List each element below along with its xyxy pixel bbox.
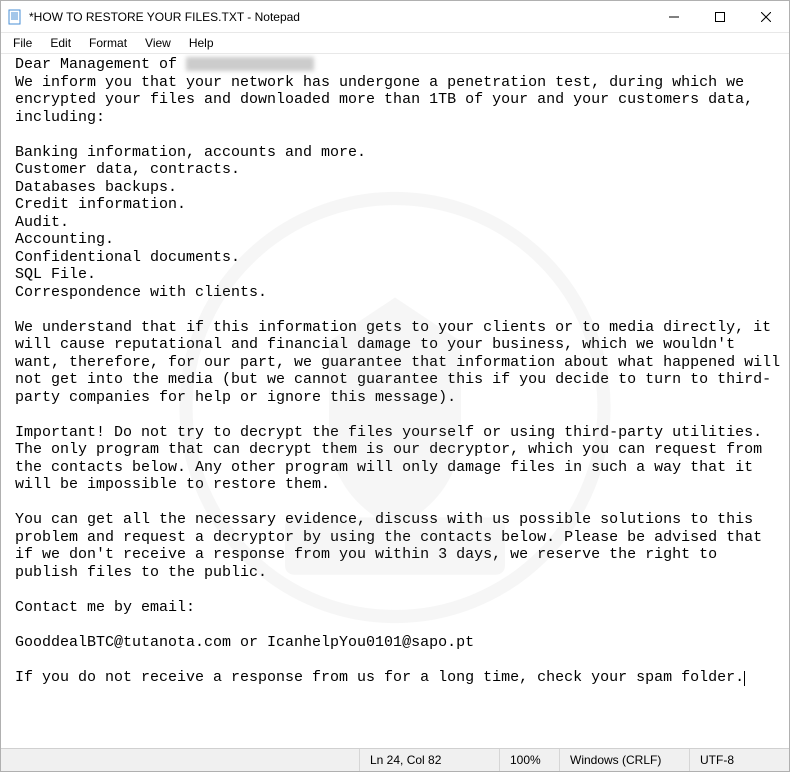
- notepad-icon: [7, 9, 23, 25]
- text-area[interactable]: Dear Management of We inform you that yo…: [1, 53, 789, 748]
- window-controls: [651, 1, 789, 32]
- window-title: *HOW TO RESTORE YOUR FILES.TXT - Notepad: [29, 10, 651, 24]
- text-caret: [744, 671, 745, 686]
- redacted-name: [186, 57, 314, 71]
- titlebar: *HOW TO RESTORE YOUR FILES.TXT - Notepad: [1, 1, 789, 33]
- list-item-3: Databases backups.: [15, 179, 177, 196]
- status-zoom: 100%: [499, 749, 559, 771]
- paragraph-6: GooddealBTC@tutanota.com or IcanhelpYou0…: [15, 634, 474, 651]
- list-item-4: Credit information.: [15, 196, 186, 213]
- greeting-line: Dear Management of: [15, 56, 314, 73]
- status-line-ending: Windows (CRLF): [559, 749, 689, 771]
- paragraph-1: We inform you that your network has unde…: [15, 74, 762, 126]
- minimize-button[interactable]: [651, 1, 697, 32]
- list-item-9: Correspondence with clients.: [15, 284, 267, 301]
- paragraph-4: You can get all the necessary evidence, …: [15, 511, 771, 581]
- statusbar: Ln 24, Col 82 100% Windows (CRLF) UTF-8: [1, 748, 789, 771]
- menu-help[interactable]: Help: [181, 35, 222, 51]
- menu-file[interactable]: File: [5, 35, 40, 51]
- list-item-6: Accounting.: [15, 231, 114, 248]
- list-item-8: SQL File.: [15, 266, 96, 283]
- paragraph-2: We understand that if this information g…: [15, 319, 789, 406]
- list-item-2: Customer data, contracts.: [15, 161, 240, 178]
- paragraph-3: Important! Do not try to decrypt the fil…: [15, 424, 771, 494]
- menubar: File Edit Format View Help: [1, 33, 789, 53]
- close-button[interactable]: [743, 1, 789, 32]
- menu-edit[interactable]: Edit: [42, 35, 79, 51]
- paragraph-7: If you do not receive a response from us…: [15, 669, 744, 686]
- list-item-1: Banking information, accounts and more.: [15, 144, 366, 161]
- list-item-5: Audit.: [15, 214, 69, 231]
- notepad-window: *HOW TO RESTORE YOUR FILES.TXT - Notepad…: [0, 0, 790, 772]
- status-encoding: UTF-8: [689, 749, 789, 771]
- status-position: Ln 24, Col 82: [359, 749, 499, 771]
- maximize-button[interactable]: [697, 1, 743, 32]
- menu-format[interactable]: Format: [81, 35, 135, 51]
- paragraph-5: Contact me by email:: [15, 599, 195, 616]
- menu-view[interactable]: View: [137, 35, 179, 51]
- list-item-7: Confidentional documents.: [15, 249, 240, 266]
